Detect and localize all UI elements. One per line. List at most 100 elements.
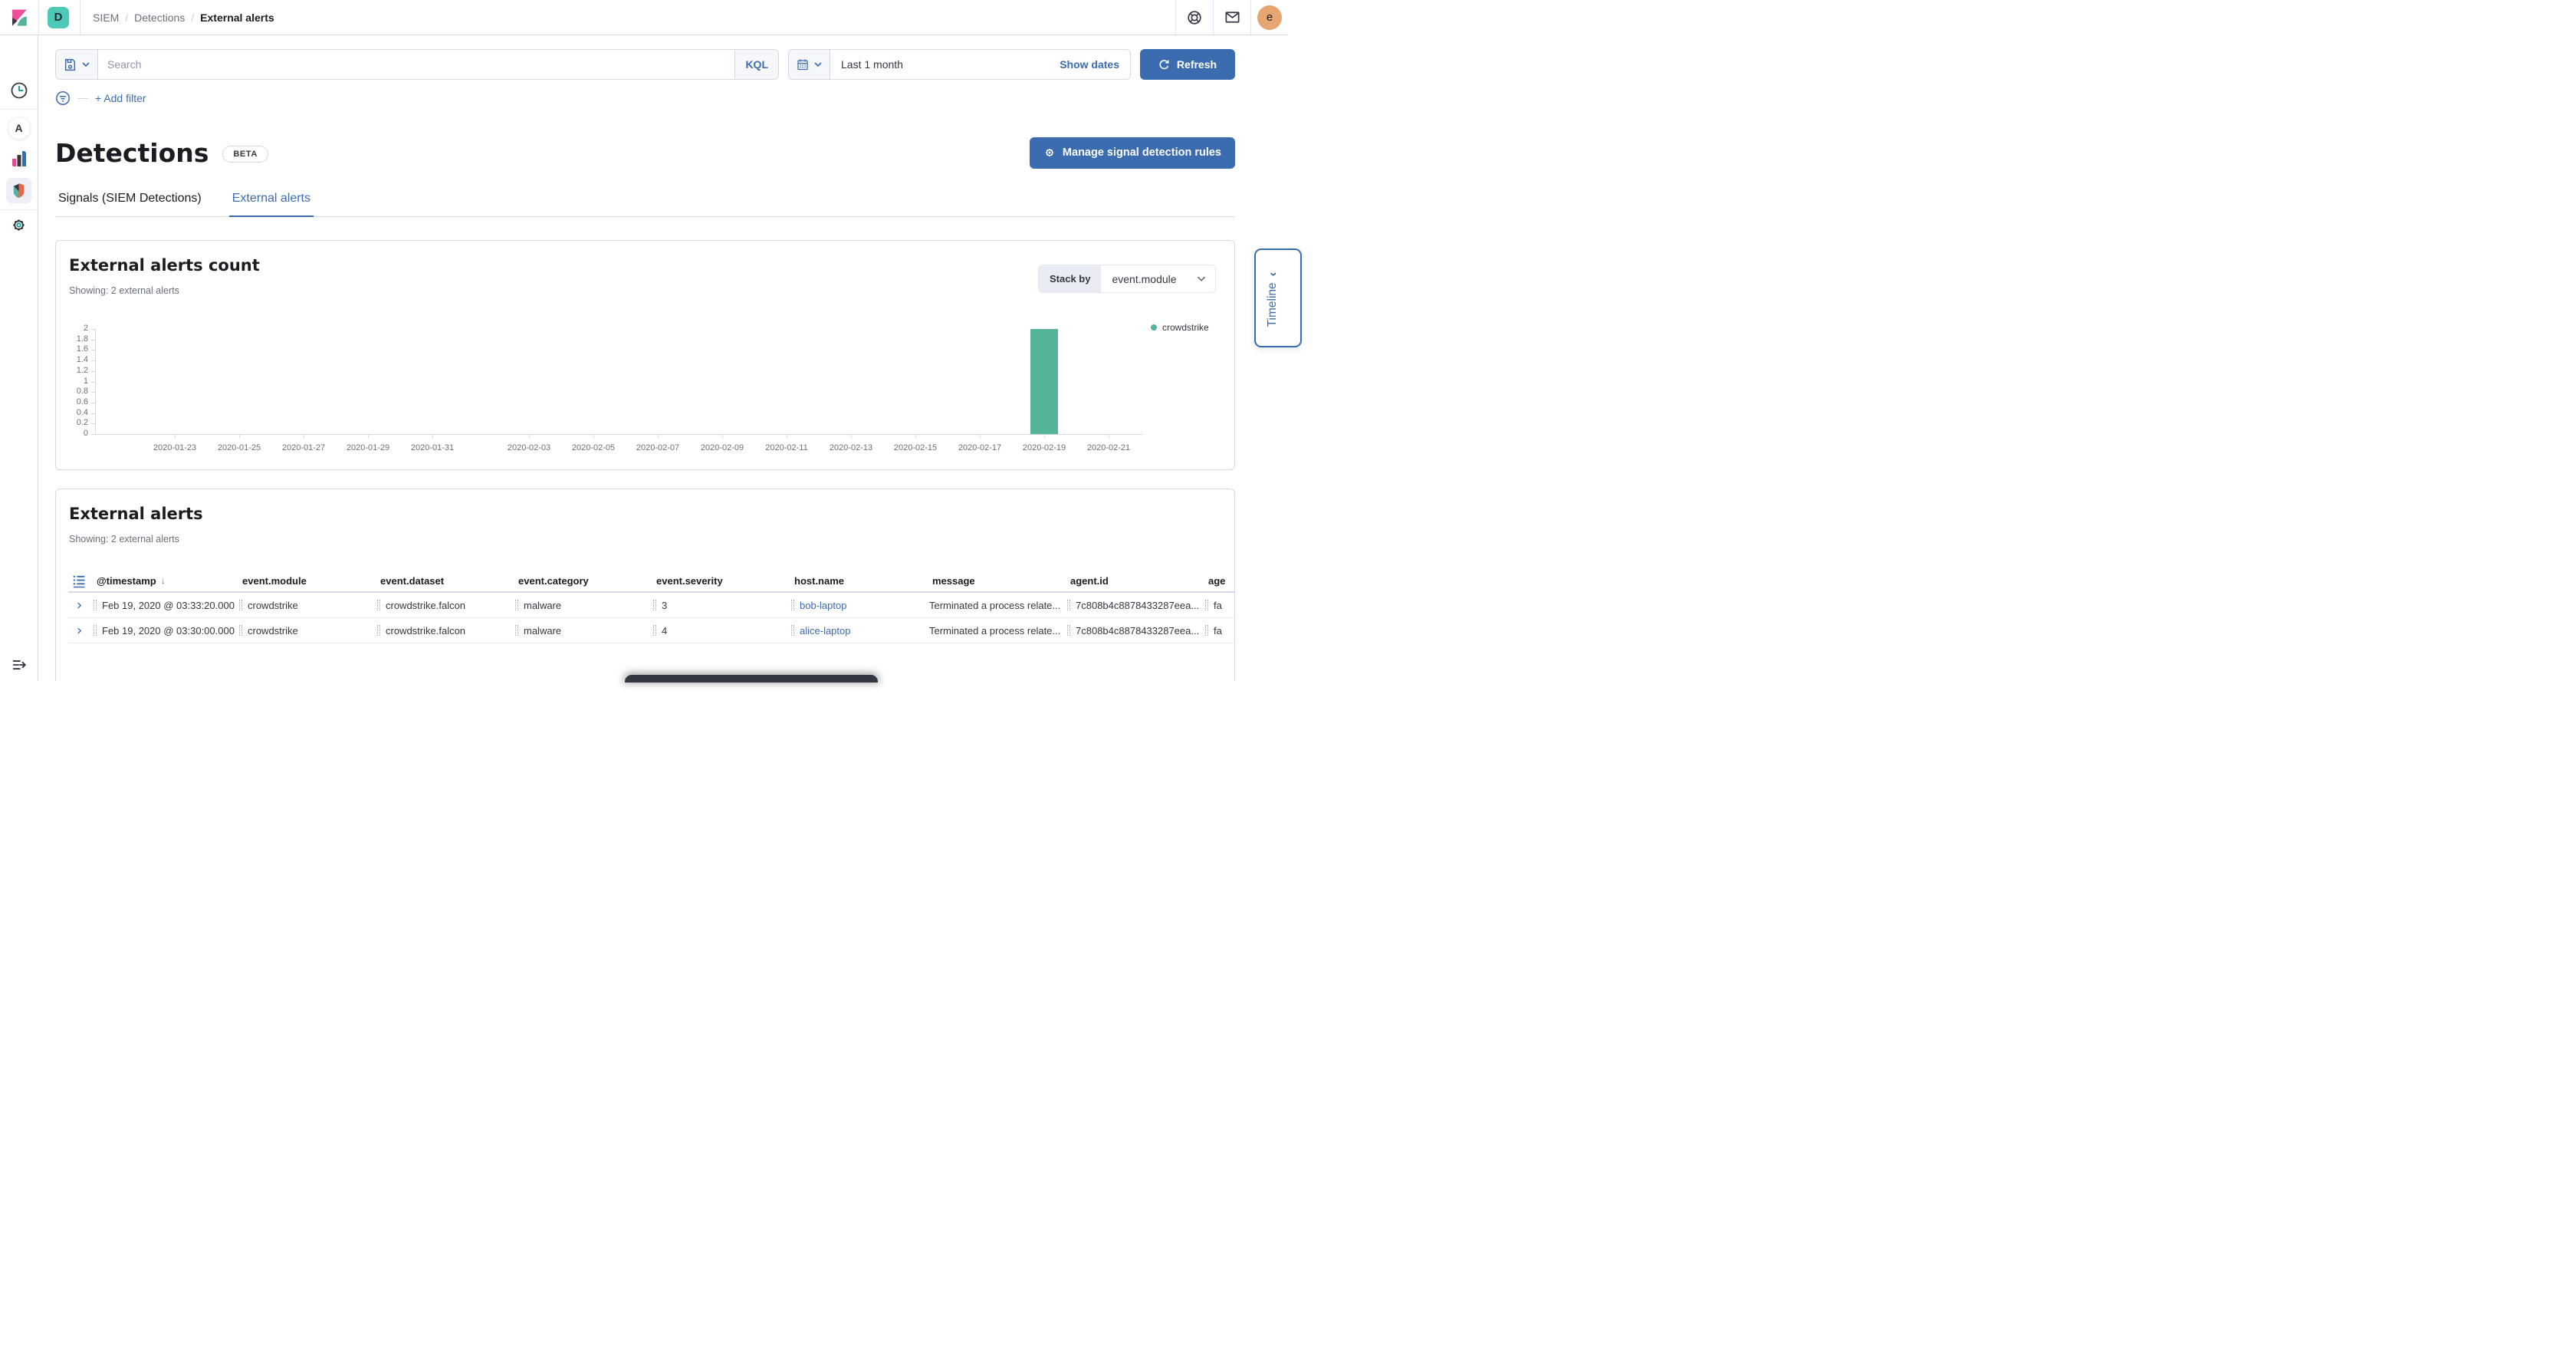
drag-handle-icon[interactable]: [1067, 625, 1070, 636]
chart-bar-crowdstrike[interactable]: [1030, 329, 1058, 434]
column-header-host-name[interactable]: host.name: [788, 575, 926, 587]
kql-syntax-button[interactable]: KQL: [734, 50, 778, 79]
cell-agent-type: fa: [1214, 625, 1222, 637]
sidebar-item-visualize[interactable]: [0, 151, 38, 168]
y-axis-tick-label: 0.4: [56, 408, 88, 417]
column-header-event-module[interactable]: event.module: [236, 575, 374, 587]
drag-handle-icon[interactable]: [239, 625, 242, 636]
drag-handle-icon[interactable]: [791, 625, 794, 636]
x-axis-tick-label: 2020-01-27: [269, 443, 338, 452]
time-range-value[interactable]: Last 1 month: [830, 50, 1049, 79]
sidebar-item-siem[interactable]: [0, 178, 38, 203]
x-axis-tick: [851, 435, 852, 438]
table-row: › Feb 19, 2020 @ 03:30:00.000 crowdstrik…: [68, 618, 1234, 643]
breadcrumb-siem[interactable]: SIEM: [93, 12, 119, 24]
y-axis-tick: [91, 382, 95, 383]
column-label: @timestamp: [97, 575, 156, 587]
external-alerts-table-panel: External alerts Showing: 2 external aler…: [55, 489, 1235, 681]
kibana-logo[interactable]: [0, 8, 38, 28]
cell-event-dataset: crowdstrike.falcon: [386, 625, 465, 637]
tab-signals[interactable]: Signals (SIEM Detections): [55, 192, 205, 216]
search-input[interactable]: [98, 50, 734, 79]
gear-icon: [10, 216, 28, 234]
bottom-edge-artifact: [625, 675, 878, 683]
column-label: event.dataset: [380, 575, 444, 587]
legend-dot-icon: [1151, 324, 1157, 331]
saved-query-menu-button[interactable]: [56, 50, 98, 79]
tab-external-alerts[interactable]: External alerts: [229, 192, 314, 217]
x-axis-tick: [529, 435, 530, 438]
apm-icon: A: [8, 117, 31, 140]
sidebar-item-recently-viewed[interactable]: [0, 81, 38, 100]
drag-handle-icon[interactable]: [653, 625, 656, 636]
legend-item[interactable]: crowdstrike: [1151, 322, 1209, 333]
column-header-event-dataset[interactable]: event.dataset: [374, 575, 512, 587]
x-axis-line: [95, 434, 1143, 435]
drag-handle-icon[interactable]: [1205, 625, 1208, 636]
column-header-agent-id[interactable]: agent.id: [1064, 575, 1202, 587]
host-name-link[interactable]: alice-laptop: [800, 625, 851, 637]
breadcrumb: SIEM / Detections / External alerts: [93, 12, 274, 24]
expand-row-button[interactable]: ›: [77, 623, 83, 638]
drag-handle-icon[interactable]: [515, 600, 518, 610]
drag-handle-icon[interactable]: [94, 600, 97, 610]
drag-handle-icon[interactable]: [791, 600, 794, 610]
x-axis-tick: [658, 435, 659, 438]
y-axis-tick-label: 1.6: [56, 344, 88, 354]
column-header-message[interactable]: message: [926, 575, 1064, 587]
column-header-event-category[interactable]: event.category: [512, 575, 650, 587]
newsfeed-button[interactable]: [1214, 0, 1250, 35]
drag-handle-icon[interactable]: [94, 625, 97, 636]
x-axis-tick-label: 2020-02-05: [559, 443, 628, 452]
add-filter-button[interactable]: + Add filter: [95, 92, 146, 104]
drag-handle-icon[interactable]: [377, 600, 380, 610]
drag-handle-icon[interactable]: [515, 625, 518, 636]
drag-handle-icon[interactable]: [377, 625, 380, 636]
help-button[interactable]: [1176, 0, 1213, 35]
sidebar-item-management[interactable]: [0, 216, 38, 234]
cell-event-module: crowdstrike: [248, 625, 298, 637]
beta-badge: BETA: [222, 146, 268, 163]
top-bar: D SIEM / Detections / External alerts e: [0, 0, 1288, 35]
x-axis-tick-label: 2020-01-25: [205, 443, 274, 452]
column-header-event-severity[interactable]: event.severity: [650, 575, 788, 587]
refresh-button[interactable]: Refresh: [1140, 49, 1235, 80]
x-axis-tick-label: 2020-01-29: [334, 443, 402, 452]
drag-handle-icon[interactable]: [653, 600, 656, 610]
expand-row-button[interactable]: ›: [77, 598, 83, 613]
drag-handle-icon[interactable]: [1205, 600, 1208, 610]
column-header-agent-type[interactable]: age: [1202, 575, 1279, 587]
filter-icon[interactable]: [55, 90, 71, 106]
breadcrumb-detections[interactable]: Detections: [134, 12, 185, 24]
column-header-timestamp[interactable]: @timestamp ↓: [90, 575, 236, 587]
date-quick-select-button[interactable]: [789, 50, 830, 79]
top-bar-actions: e: [1175, 0, 1288, 35]
expand-menu-icon: [11, 656, 28, 673]
show-dates-button[interactable]: Show dates: [1049, 50, 1130, 79]
y-axis-tick: [91, 413, 95, 414]
y-axis-tick-label: 1.4: [56, 355, 88, 364]
column-label: event.severity: [656, 575, 723, 587]
sidebar-item-apm[interactable]: A: [0, 117, 38, 140]
drag-handle-icon[interactable]: [1067, 600, 1070, 610]
cell-event-module: crowdstrike: [248, 600, 298, 611]
space-switcher[interactable]: D: [48, 7, 69, 28]
date-picker-group: Last 1 month Show dates: [788, 49, 1131, 80]
expand-nav-button[interactable]: [0, 656, 38, 673]
kibana-logo-icon: [9, 8, 29, 28]
fields-browser-icon: [72, 574, 87, 588]
column-label: event.module: [242, 575, 307, 587]
clock-icon: [10, 81, 28, 100]
y-axis-tick: [91, 434, 95, 435]
host-name-link[interactable]: bob-laptop: [800, 600, 846, 611]
manage-rules-button[interactable]: Manage signal detection rules: [1030, 137, 1235, 169]
x-axis-tick-label: 2020-02-17: [945, 443, 1014, 452]
filter-separator: [77, 98, 88, 99]
user-avatar[interactable]: e: [1257, 5, 1282, 30]
fields-browser-button[interactable]: [68, 574, 90, 588]
timeline-flyout-button[interactable]: Timeline ‹: [1254, 248, 1302, 347]
drag-handle-icon[interactable]: [239, 600, 242, 610]
column-label: message: [932, 575, 975, 587]
y-axis-tick: [91, 423, 95, 424]
y-axis-tick-label: 1.2: [56, 366, 88, 375]
